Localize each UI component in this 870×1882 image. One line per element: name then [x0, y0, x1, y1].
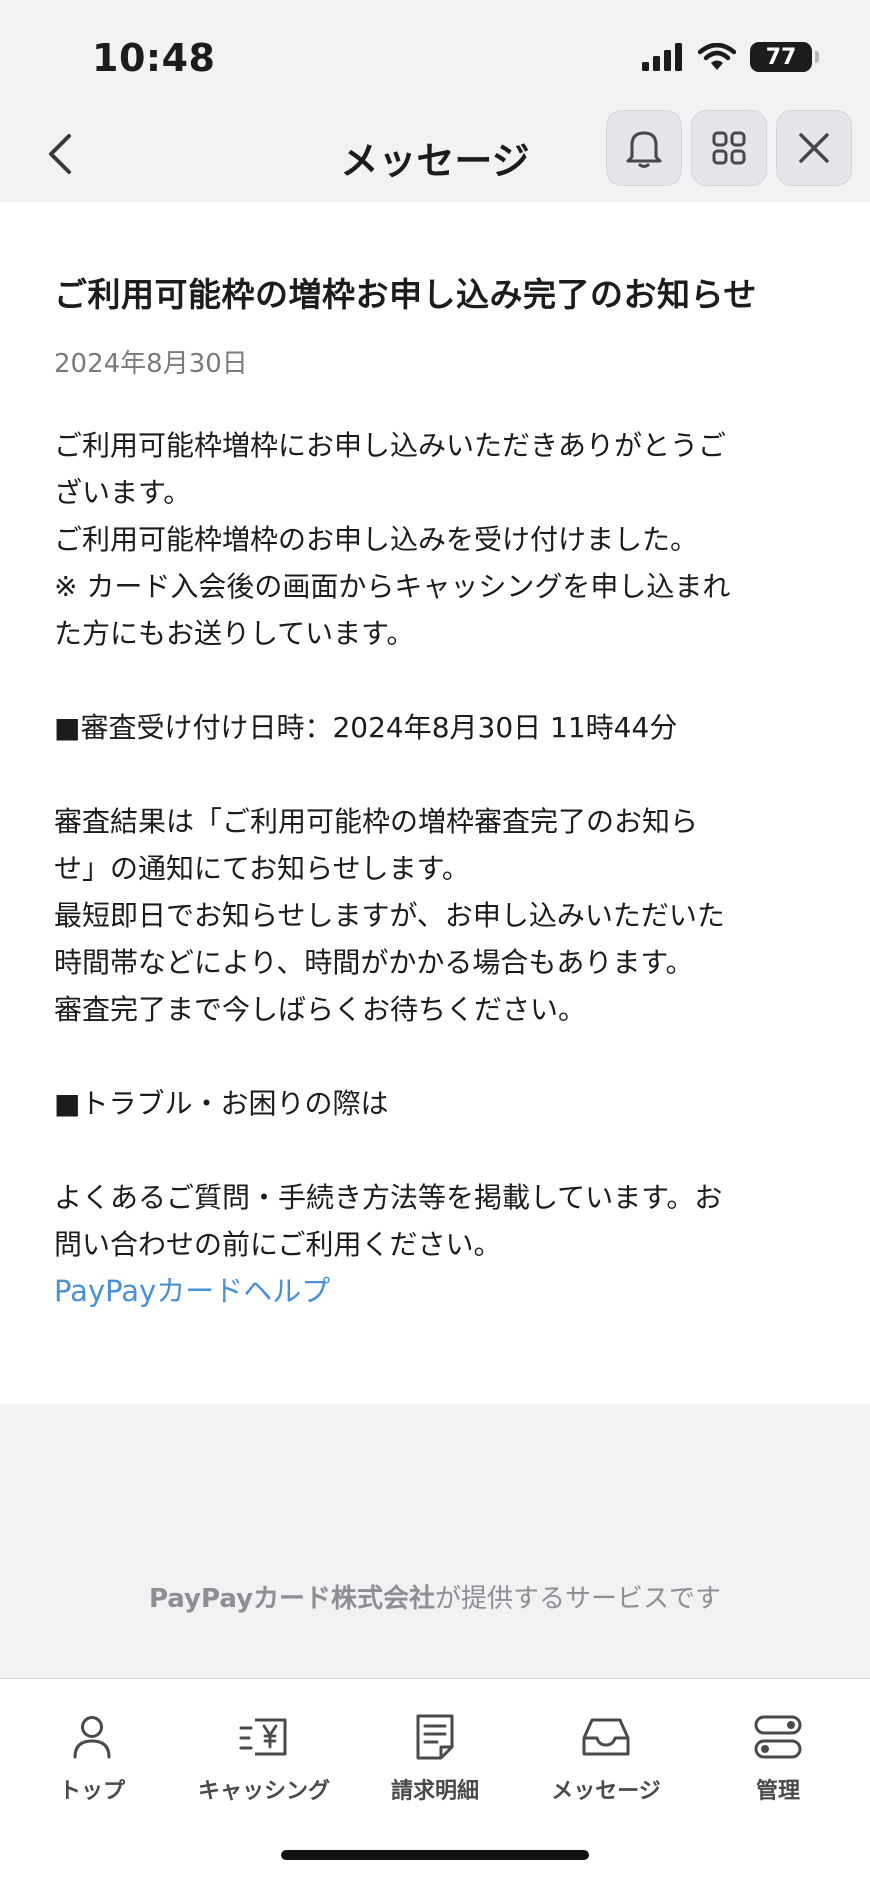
message-line: 審査完了まで今しばらくお待ちください。	[54, 993, 587, 1026]
message-line	[54, 1127, 816, 1174]
statement-icon	[416, 1714, 454, 1760]
status-bar: 10:48 77	[0, 0, 870, 110]
message-title: ご利用可能枠の増枠お申し込み完了のお知らせ	[54, 275, 757, 314]
message-date: 2024年8月30日	[54, 349, 248, 379]
message-card: ご利用可能枠の増枠お申し込み完了のお知らせ 2024年8月30日 ご利用可能枠増…	[0, 202, 870, 1404]
help-link[interactable]: PayPayカードヘルプ	[54, 1268, 816, 1315]
person-icon	[73, 1716, 111, 1759]
provider-text: PayPayカード株式会社が提供するサービスです	[0, 1578, 870, 1615]
message-body: ご利用可能枠増枠にお申し込みいただきありがとうご ざいます。 ご利用可能枠増枠の…	[54, 422, 816, 1315]
home-indicator	[281, 1850, 589, 1860]
provider-company: PayPayカード株式会社	[148, 1584, 436, 1614]
back-button[interactable]	[30, 124, 90, 184]
message-line: 問い合わせの前にご利用ください。	[54, 1228, 502, 1261]
cash-yen-icon	[239, 1718, 287, 1756]
tab-manage[interactable]: 管理	[703, 1709, 853, 1809]
message-line: ■審査受け付け日時：2024年8月30日 11時44分	[54, 711, 678, 744]
tab-messages[interactable]: メッセージ	[531, 1709, 681, 1809]
tab-cashing[interactable]: キャッシング	[189, 1709, 339, 1809]
tab-top[interactable]: トップ	[17, 1709, 167, 1809]
toggles-icon	[754, 1715, 802, 1759]
tab-label: 管理	[755, 1779, 800, 1804]
tab-label: キャッシング	[197, 1779, 330, 1804]
battery-icon: 77	[750, 42, 819, 72]
close-button[interactable]	[776, 110, 852, 186]
tab-label: トップ	[58, 1779, 125, 1804]
message-line: 最短即日でお知らせしますが、お申し込みいただいた	[54, 899, 725, 932]
wifi-icon	[698, 43, 736, 70]
tab-statement[interactable]: 請求明細	[360, 1709, 510, 1809]
message-line: ご利用可能枠増枠にお申し込みいただきありがとうご	[54, 429, 727, 462]
apps-menu-button[interactable]	[691, 110, 767, 186]
message-line: た方にもお送りしています。	[54, 617, 415, 650]
status-time: 10:48	[92, 36, 216, 80]
message-line: よくあるご質問・手続き方法等を掲載しています。お	[54, 1181, 723, 1214]
signal-icon	[642, 43, 682, 71]
inbox-icon	[582, 1718, 630, 1756]
bell-icon	[626, 131, 662, 168]
chevron-left-icon	[49, 134, 71, 174]
status-icons: 77	[642, 42, 819, 72]
provider-suffix: が提供するサービスです	[435, 1584, 722, 1614]
message-line	[54, 751, 816, 798]
grid-icon	[712, 131, 746, 165]
message-line: ざいます。	[54, 476, 192, 509]
message-line: 審査結果は「ご利用可能枠の増枠審査完了のお知ら	[54, 805, 699, 838]
tab-label: 請求明細	[390, 1779, 479, 1804]
message-line: せ」の通知にてお知らせします。	[54, 852, 470, 885]
message-line	[54, 1033, 816, 1080]
message-line	[54, 657, 816, 704]
close-icon	[799, 133, 829, 163]
message-line: ご利用可能枠増枠のお申し込みを受け付けました。	[54, 523, 699, 556]
message-line: ※ カード入会後の画面からキャッシングを申し込まれ	[54, 570, 731, 603]
tab-label: メッセージ	[551, 1779, 661, 1804]
nav-header: メッセージ	[0, 106, 870, 202]
message-line: ■トラブル・お困りの際は	[54, 1087, 389, 1120]
message-line: 時間帯などにより、時間がかかる場合もあります。	[54, 946, 694, 979]
notifications-button[interactable]	[606, 110, 682, 186]
screen: 10:48 77 メッセージ ご利用可能枠の増枠お申し込み完了のお知らせ 202…	[0, 0, 870, 1882]
